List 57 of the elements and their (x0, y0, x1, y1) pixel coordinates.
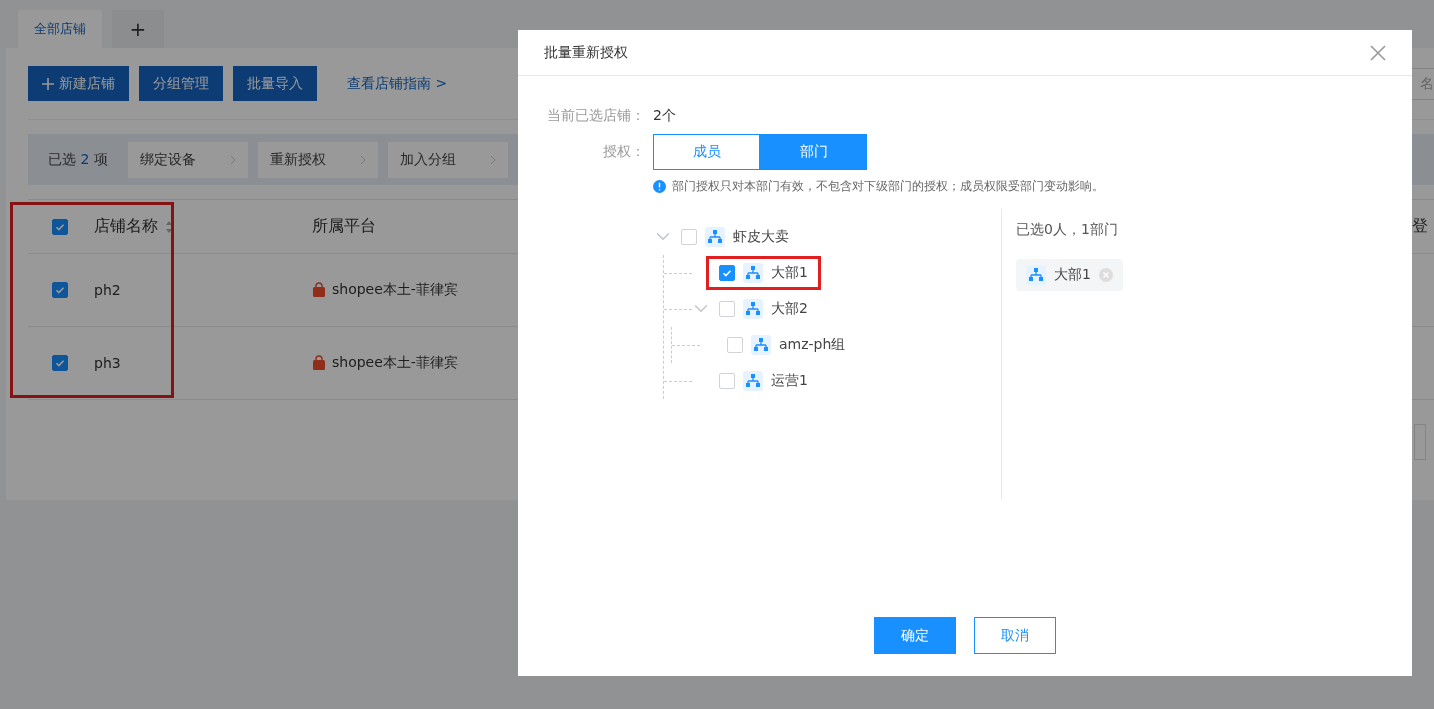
caret-icon[interactable] (656, 232, 670, 242)
org-chart-icon (705, 227, 725, 247)
checkbox[interactable] (719, 373, 735, 389)
info-note: 部门授权只对本部门有效，不包含对下级部门的授权；成员权限受部门变动影响。 (672, 178, 1104, 195)
caret-icon[interactable] (694, 304, 708, 314)
chevron-right-icon (489, 154, 496, 165)
checkbox[interactable] (52, 282, 68, 298)
confirm-button[interactable]: 确定 (874, 617, 956, 654)
action-button[interactable]: 加入分组 (387, 141, 508, 178)
add-store-button[interactable]: 新建店铺 (28, 66, 129, 101)
chevron-right-icon (229, 154, 236, 165)
selection-count: 已选 2 项 (48, 150, 108, 169)
org-chart-icon (743, 299, 763, 319)
remove-icon[interactable] (1098, 268, 1113, 282)
checkbox[interactable] (719, 265, 735, 281)
column-header: 店铺名称 (94, 216, 158, 237)
column-header: 登 (1412, 216, 1428, 235)
tab[interactable]: + (112, 10, 164, 48)
tree-node-label[interactable]: 虾皮大卖 (733, 228, 789, 246)
checkbox[interactable] (681, 229, 697, 245)
dialog-title: 批量重新授权 (544, 43, 628, 62)
tag-label: 大部1 (1054, 266, 1091, 284)
segment-tab[interactable]: 成员 (653, 134, 760, 170)
field-value: 2个 (653, 107, 676, 125)
action-button[interactable]: 绑定设备 (127, 141, 248, 178)
checkbox[interactable] (52, 218, 68, 235)
segment-tab[interactable]: 部门 (760, 134, 867, 170)
cancel-button[interactable]: 取消 (974, 617, 1056, 654)
org-chart-icon (743, 263, 763, 283)
selection-summary: 已选0人，1部门 (1016, 221, 1119, 239)
table-cell: shopee本土-菲律宾 (332, 281, 458, 299)
tree-node-label[interactable]: 大部1 (771, 264, 808, 282)
org-chart-icon (743, 371, 763, 391)
tree-node-label[interactable]: 运营1 (771, 372, 808, 390)
tab[interactable]: 全部店铺 (18, 10, 102, 48)
org-chart-icon (1026, 265, 1046, 285)
org-chart-icon (751, 335, 771, 355)
field-label: 授权： (602, 143, 645, 161)
table-cell: ph3 (94, 355, 121, 371)
sort-icon[interactable] (166, 220, 172, 233)
column-header: 所属平台 (312, 216, 376, 237)
tree-node-label[interactable]: 大部2 (771, 300, 808, 318)
checkbox[interactable] (727, 337, 743, 353)
info-icon (653, 180, 666, 193)
toolbar-button[interactable]: 分组管理 (139, 66, 223, 101)
action-button[interactable]: 重新授权 (257, 141, 378, 178)
table-cell: shopee本土-菲律宾 (332, 354, 458, 372)
checkbox[interactable] (719, 301, 735, 317)
guide-link[interactable]: 查看店铺指南 > (347, 74, 448, 93)
plus-icon (42, 77, 54, 90)
chevron-right-icon (359, 154, 366, 165)
checkbox[interactable] (52, 355, 68, 371)
table-cell: ph2 (94, 282, 121, 298)
field-label: 当前已选店铺： (546, 107, 645, 125)
toolbar-button[interactable]: 批量导入 (233, 66, 317, 101)
tree-node-label[interactable]: amz-ph组 (779, 336, 846, 354)
close-icon[interactable] (1370, 44, 1386, 61)
